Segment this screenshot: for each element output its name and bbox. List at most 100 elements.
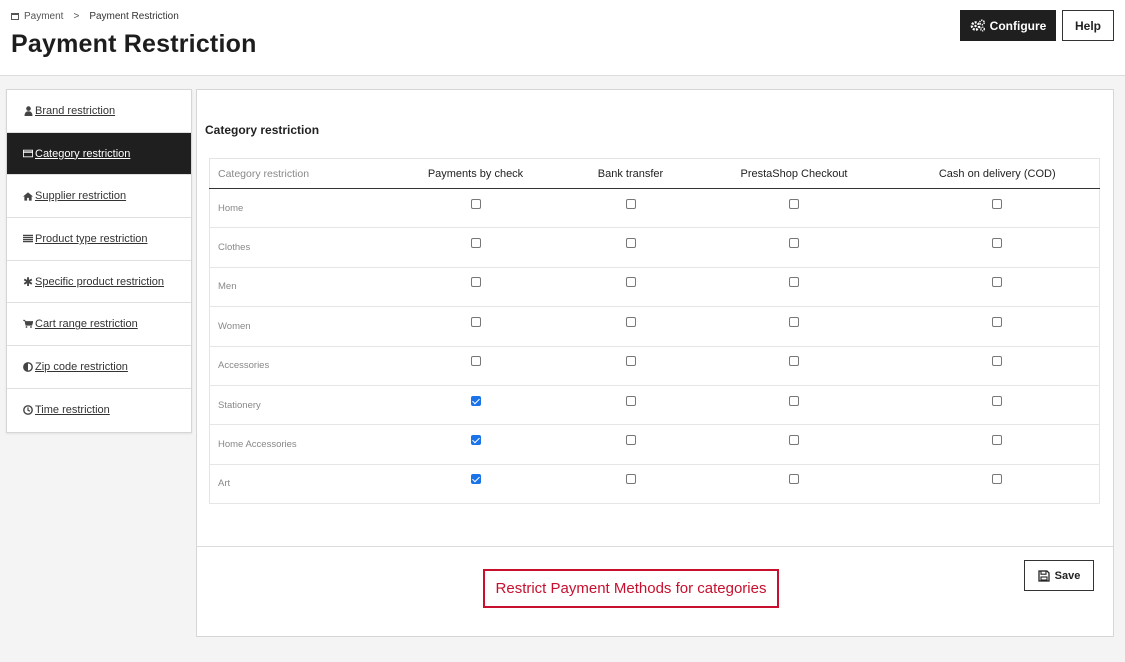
save-icon <box>1037 569 1050 582</box>
column-header-bank-transfer: Bank transfer <box>568 158 693 189</box>
checkbox-cell <box>568 306 693 347</box>
sidebar-item-label: Time restriction <box>35 404 110 417</box>
payment-method-checkbox[interactable] <box>470 277 481 288</box>
checkbox-cell <box>568 346 693 386</box>
sidebar-item-label: Product type restriction <box>35 232 148 245</box>
checkbox-cell <box>895 385 1100 426</box>
cogs-icon <box>970 19 985 32</box>
payment-method-checkbox[interactable] <box>992 356 1003 367</box>
payment-method-checkbox[interactable] <box>470 238 481 249</box>
checkbox-cell <box>692 346 896 386</box>
payment-method-checkbox[interactable] <box>625 474 636 485</box>
payment-method-checkbox[interactable] <box>789 435 799 446</box>
sidebar-item-specific-product[interactable]: ✱ Specific product restriction <box>7 261 191 304</box>
clock-icon <box>23 405 33 416</box>
category-restriction-table: Category restriction Payments by check B… <box>209 158 1100 505</box>
column-header-cash-on-delivery: Cash on delivery (COD) <box>895 158 1100 189</box>
column-header-payments-by-check: Payments by check <box>382 158 569 189</box>
checkbox-cell <box>382 385 569 426</box>
payment-method-checkbox[interactable] <box>789 277 799 288</box>
payment-method-checkbox[interactable] <box>992 474 1003 485</box>
table-header-row: Category restriction Payments by check B… <box>209 158 1100 189</box>
page-header: Payment > Payment Restriction Payment Re… <box>0 0 1125 76</box>
payment-method-checkbox[interactable] <box>470 474 481 485</box>
table-row: Stationery <box>209 385 1100 426</box>
payment-method-checkbox[interactable] <box>470 395 481 406</box>
table-row: Women <box>209 306 1100 347</box>
category-name-cell: Accessories <box>209 346 383 386</box>
checkbox-cell <box>568 464 693 505</box>
sidebar-item-supplier[interactable]: Supplier restriction <box>7 175 191 219</box>
payment-method-checkbox[interactable] <box>789 356 799 367</box>
sidebar-item-cart-range[interactable]: Cart range restriction <box>7 303 191 347</box>
checkbox-cell <box>692 267 896 308</box>
payment-method-checkbox[interactable] <box>625 238 636 249</box>
checkbox-cell <box>692 188 896 229</box>
sidebar-item-label: Specific product restriction <box>35 275 164 288</box>
panel-heading: Category restriction <box>205 123 320 137</box>
category-name-cell: Men <box>209 267 383 308</box>
payment-method-checkbox[interactable] <box>992 435 1003 446</box>
payment-method-checkbox[interactable] <box>992 238 1003 249</box>
save-label: Save <box>1054 569 1081 582</box>
sidebar-item-time[interactable]: Time restriction <box>7 389 191 432</box>
save-button[interactable]: Save <box>1024 560 1094 591</box>
sidebar-item-label: Supplier restriction <box>35 190 127 203</box>
panel-footer: Restrict Payment Methods for categories … <box>197 546 1113 636</box>
configure-label: Configure <box>989 18 1047 33</box>
payment-method-checkbox[interactable] <box>789 395 799 406</box>
payment-method-checkbox[interactable] <box>789 198 799 209</box>
checkbox-cell <box>895 346 1100 386</box>
sidebar-item-brand[interactable]: Brand restriction <box>7 90 191 133</box>
sidebar-item-label: Zip code restriction <box>35 360 128 373</box>
payment-method-checkbox[interactable] <box>789 316 799 327</box>
breadcrumb-parent[interactable]: Payment <box>24 11 63 22</box>
category-name-cell: Art <box>209 464 383 505</box>
payment-method-checkbox[interactable] <box>470 316 481 327</box>
payment-method-checkbox[interactable] <box>625 198 636 209</box>
payment-method-checkbox[interactable] <box>625 395 636 406</box>
breadcrumb-current: Payment Restriction <box>89 11 179 22</box>
user-icon <box>23 106 33 116</box>
payment-method-checkbox[interactable] <box>992 395 1003 406</box>
configure-button[interactable]: Configure <box>960 10 1056 41</box>
column-header-category: Category restriction <box>209 158 383 189</box>
sidebar-item-product-type[interactable]: Product type restriction <box>7 218 191 261</box>
checkbox-cell <box>568 188 693 229</box>
checkbox-cell <box>568 385 693 426</box>
category-name-cell: Stationery <box>209 385 383 426</box>
payment-method-checkbox[interactable] <box>625 277 636 288</box>
payment-method-checkbox[interactable] <box>470 356 481 367</box>
sidebar: Brand restriction Category restriction S… <box>6 89 192 433</box>
table-row: Clothes <box>209 227 1100 268</box>
half-circle-icon <box>23 362 33 372</box>
payment-method-checkbox[interactable] <box>992 316 1003 327</box>
payment-method-checkbox[interactable] <box>625 356 636 367</box>
column-header-prestashop-checkout: PrestaShop Checkout <box>692 158 896 189</box>
payment-method-checkbox[interactable] <box>625 316 636 327</box>
checkbox-cell <box>568 424 693 465</box>
list-icon <box>23 234 33 244</box>
table-row: Home Accessories <box>209 424 1100 465</box>
payment-method-checkbox[interactable] <box>789 238 799 249</box>
payment-method-checkbox[interactable] <box>470 198 481 209</box>
sidebar-item-label: Brand restriction <box>35 104 116 117</box>
page-title: Payment Restriction <box>11 30 257 58</box>
checkbox-cell <box>382 306 569 347</box>
payment-method-checkbox[interactable] <box>992 198 1003 209</box>
payment-method-checkbox[interactable] <box>470 435 481 446</box>
table-row: Men <box>209 267 1100 308</box>
category-restriction-panel: Category restriction Category restrictio… <box>196 89 1114 637</box>
payment-method-checkbox[interactable] <box>789 474 799 485</box>
checkbox-cell <box>895 464 1100 505</box>
help-button[interactable]: Help <box>1062 10 1114 41</box>
payment-method-checkbox[interactable] <box>625 435 636 446</box>
sidebar-item-zip-code[interactable]: Zip code restriction <box>7 346 191 389</box>
checkbox-cell <box>692 385 896 426</box>
checkbox-cell <box>692 464 896 505</box>
checkbox-cell <box>895 306 1100 347</box>
payment-method-checkbox[interactable] <box>992 277 1003 288</box>
restriction-note: Restrict Payment Methods for categories <box>483 569 779 608</box>
checkbox-cell <box>382 188 569 229</box>
sidebar-item-category[interactable]: Category restriction <box>7 132 191 176</box>
